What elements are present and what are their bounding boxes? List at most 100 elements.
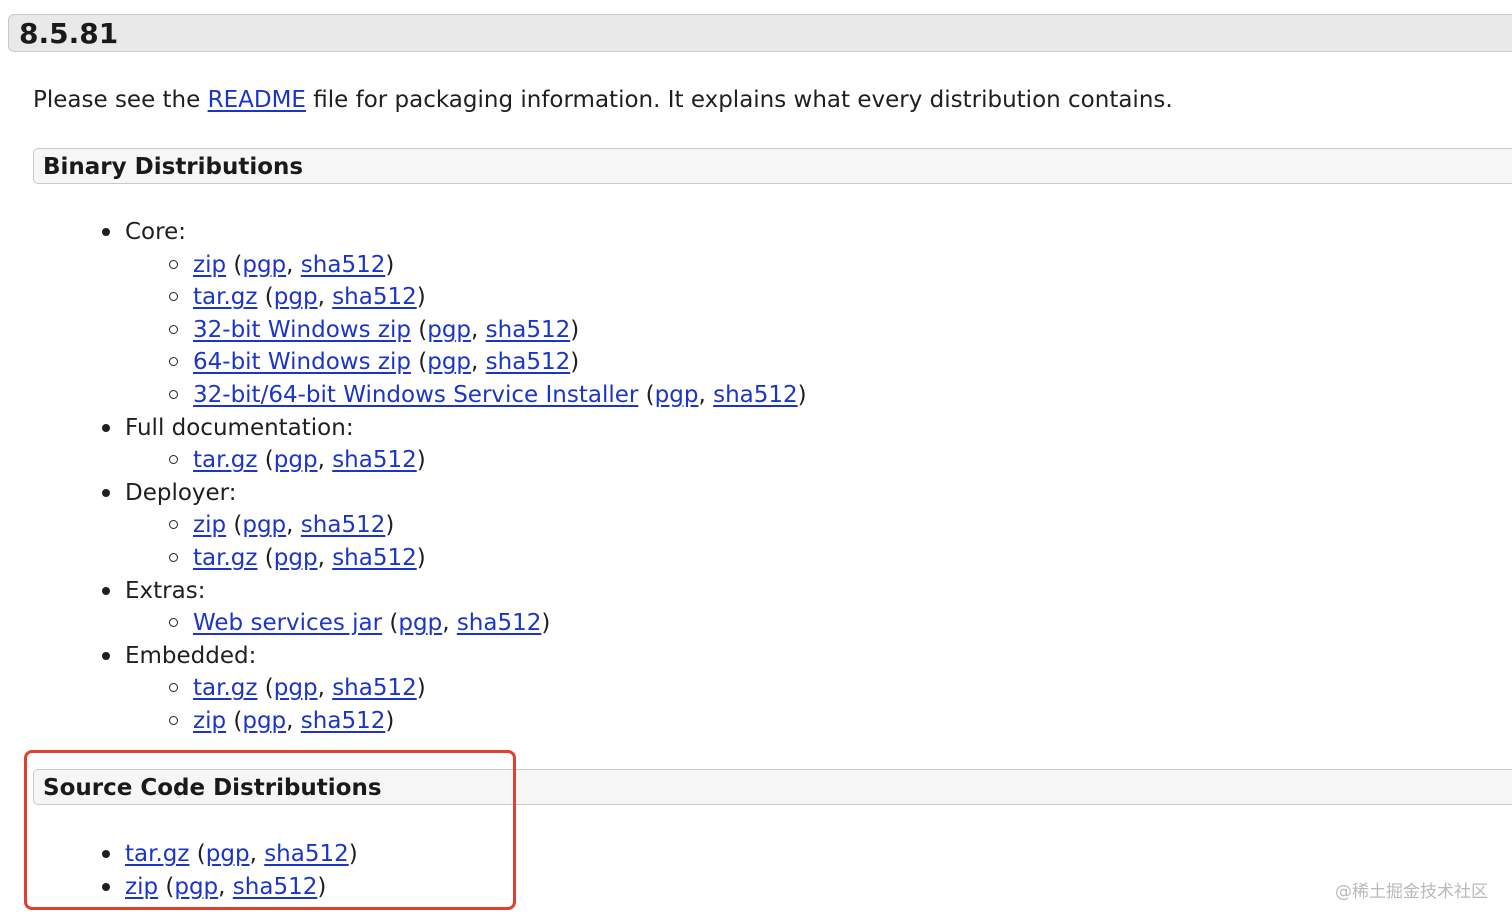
paren-close: ) <box>416 447 426 474</box>
sha512-link[interactable]: sha512 <box>486 349 571 375</box>
pgp-link[interactable]: pgp <box>274 545 318 571</box>
paren-open: ( <box>638 381 655 408</box>
source-download-item: tar.gz (pgp, sha512) <box>0 838 358 871</box>
download-item: Web services jar (pgp, sha512) <box>125 607 807 640</box>
paren-close: ) <box>541 610 551 637</box>
binary-distributions-title: Binary Distributions <box>43 154 304 180</box>
download-link[interactable]: Web services jar <box>193 610 382 636</box>
download-link[interactable]: tar.gz <box>193 447 257 473</box>
download-link[interactable]: tar.gz <box>193 284 257 310</box>
paren-close: ) <box>385 251 395 278</box>
download-link[interactable]: 32-bit Windows zip <box>193 317 411 343</box>
paren-open: ( <box>410 316 428 343</box>
sha512-link[interactable]: sha512 <box>264 841 349 867</box>
sha512-link[interactable]: sha512 <box>457 610 542 636</box>
pgp-link[interactable]: pgp <box>655 382 699 408</box>
pgp-link[interactable]: pgp <box>398 610 442 636</box>
paren-close: ) <box>385 512 395 539</box>
pgp-link[interactable]: pgp <box>242 708 286 734</box>
core-download-list: zip (pgp, sha512) tar.gz (pgp, sha512) 3… <box>125 249 807 412</box>
separator: , <box>471 349 486 376</box>
version-title: 8.5.81 <box>19 17 119 50</box>
sha512-link[interactable]: sha512 <box>332 675 417 701</box>
readme-link[interactable]: README <box>208 87 306 113</box>
download-link[interactable]: zip <box>193 512 226 538</box>
source-distributions-header: Source Code Distributions <box>33 769 1512 805</box>
download-link[interactable]: 32-bit/64-bit Windows Service Installer <box>193 382 638 408</box>
separator: , <box>317 544 333 571</box>
download-link[interactable]: zip <box>125 874 158 900</box>
sha512-link[interactable]: sha512 <box>301 708 386 734</box>
download-item: 32-bit Windows zip (pgp, sha512) <box>125 314 807 347</box>
paren-open: ( <box>158 873 175 900</box>
separator: , <box>249 841 265 867</box>
version-header: 8.5.81 <box>8 14 1512 52</box>
pgp-link[interactable]: pgp <box>242 252 286 278</box>
intro-paragraph: Please see the README file for packaging… <box>33 84 1173 116</box>
paren-open: ( <box>226 707 243 734</box>
category-embedded: Embedded: tar.gz (pgp, sha512) zip (pgp,… <box>0 640 807 738</box>
paren-close: ) <box>416 675 426 702</box>
separator: , <box>471 316 486 343</box>
category-extras-label: Extras: <box>125 577 206 604</box>
sha512-link[interactable]: sha512 <box>486 317 571 343</box>
paren-open: ( <box>257 447 274 474</box>
category-deployer: Deployer: zip (pgp, sha512) tar.gz (pgp,… <box>0 477 807 575</box>
download-item: tar.gz (pgp, sha512) <box>125 672 807 705</box>
download-item: 64-bit Windows zip (pgp, sha512) <box>125 346 807 379</box>
sha512-link[interactable]: sha512 <box>332 284 417 310</box>
download-item: zip (pgp, sha512) <box>125 249 807 282</box>
download-link[interactable]: zip <box>193 252 226 278</box>
source-distributions-title: Source Code Distributions <box>43 775 382 801</box>
binary-distributions-list: Core: zip (pgp, sha512) tar.gz (pgp, sha… <box>0 216 807 738</box>
separator: , <box>442 610 457 637</box>
sha512-link[interactable]: sha512 <box>713 382 798 408</box>
download-item: tar.gz (pgp, sha512) <box>125 444 807 477</box>
paren-close: ) <box>416 544 426 571</box>
paren-close: ) <box>570 316 580 343</box>
pgp-link[interactable]: pgp <box>274 675 318 701</box>
download-item: zip (pgp, sha512) <box>125 705 807 738</box>
download-link[interactable]: zip <box>193 708 226 734</box>
category-extras: Extras: Web services jar (pgp, sha512) <box>0 575 807 640</box>
paren-close: ) <box>385 707 395 734</box>
paren-open: ( <box>226 512 243 539</box>
paren-open: ( <box>257 284 274 311</box>
category-core: Core: zip (pgp, sha512) tar.gz (pgp, sha… <box>0 216 807 412</box>
pgp-link[interactable]: pgp <box>174 874 218 900</box>
download-link[interactable]: 64-bit Windows zip <box>193 349 411 375</box>
paren-close: ) <box>348 841 358 867</box>
category-deployer-label: Deployer: <box>125 479 237 506</box>
download-link[interactable]: tar.gz <box>125 841 189 867</box>
paren-open: ( <box>257 675 274 702</box>
intro-text-before: Please see the <box>33 87 208 113</box>
docs-download-list: tar.gz (pgp, sha512) <box>125 444 807 477</box>
pgp-link[interactable]: pgp <box>274 284 318 310</box>
separator: , <box>317 284 333 311</box>
download-link[interactable]: tar.gz <box>193 545 257 571</box>
pgp-link[interactable]: pgp <box>427 317 471 343</box>
watermark: @稀土掘金技术社区 <box>1335 882 1488 902</box>
pgp-link[interactable]: pgp <box>274 447 318 473</box>
separator: , <box>218 873 233 900</box>
paren-open: ( <box>382 610 399 637</box>
paren-open: ( <box>226 251 243 278</box>
separator: , <box>317 675 333 702</box>
pgp-link[interactable]: pgp <box>242 512 286 538</box>
category-embedded-label: Embedded: <box>125 642 257 669</box>
download-item: tar.gz (pgp, sha512) <box>125 281 807 314</box>
sha512-link[interactable]: sha512 <box>332 545 417 571</box>
pgp-link[interactable]: pgp <box>427 349 471 375</box>
download-link[interactable]: tar.gz <box>193 675 257 701</box>
paren-open: ( <box>189 841 206 867</box>
sha512-link[interactable]: sha512 <box>332 447 417 473</box>
sha512-link[interactable]: sha512 <box>301 252 386 278</box>
sha512-link[interactable]: sha512 <box>233 874 318 900</box>
extras-download-list: Web services jar (pgp, sha512) <box>125 607 807 640</box>
embedded-download-list: tar.gz (pgp, sha512) zip (pgp, sha512) <box>125 672 807 737</box>
separator: , <box>286 512 301 539</box>
separator: , <box>698 381 714 408</box>
sha512-link[interactable]: sha512 <box>301 512 386 538</box>
pgp-link[interactable]: pgp <box>206 841 250 867</box>
paren-open: ( <box>410 349 428 376</box>
